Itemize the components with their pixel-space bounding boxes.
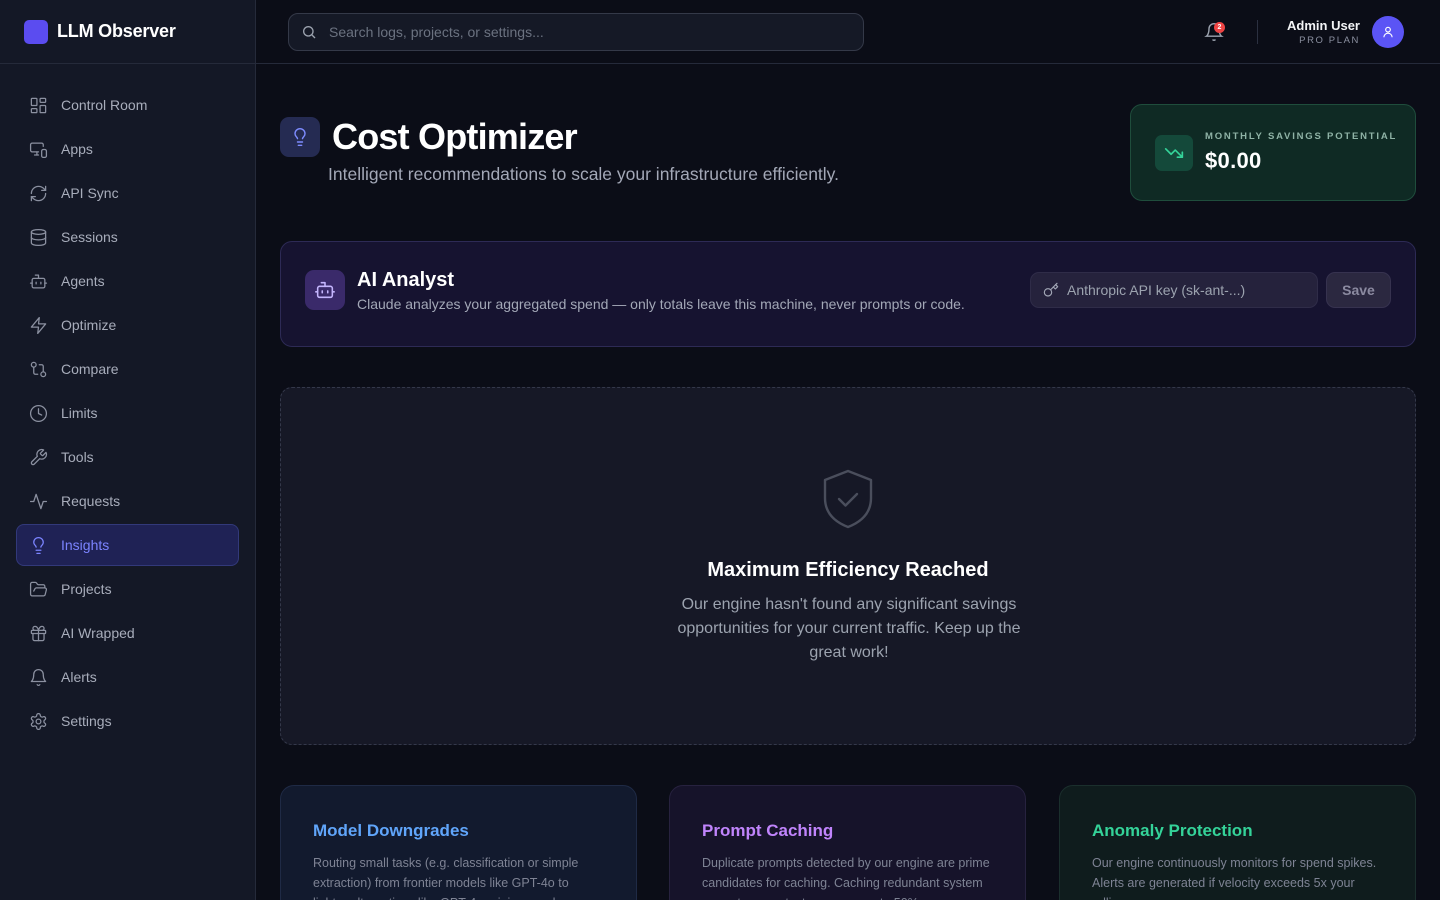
git-compare-icon	[30, 361, 47, 377]
search-input[interactable]	[329, 24, 829, 40]
sidebar-item-apps[interactable]: Apps	[16, 128, 239, 170]
empty-state-title: Maximum Efficiency Reached	[707, 559, 989, 581]
feature-title: Prompt Caching	[702, 821, 834, 840]
sidebar-item-control-room[interactable]: Control Room	[16, 84, 239, 126]
sidebar-item-optimize[interactable]: Optimize	[16, 304, 239, 346]
activity-icon	[29, 493, 48, 509]
user-plan: PRO PLAN	[1299, 35, 1360, 46]
feature-card-anomaly-protection: Anomaly Protection Our engine continuous…	[1059, 785, 1416, 900]
refresh-icon	[30, 185, 47, 201]
devices-icon	[29, 142, 48, 158]
main-content: Cost Optimizer Intelligent recommendatio…	[256, 64, 1440, 900]
wrench-icon	[30, 448, 48, 465]
sidebar-item-label: Apps	[61, 141, 93, 157]
sidebar-item-label: Compare	[61, 361, 119, 377]
avatar[interactable]	[1372, 16, 1404, 48]
sidebar-item-label: Limits	[61, 405, 98, 421]
save-button[interactable]: Save	[1326, 272, 1391, 308]
sidebar-item-label: Tools	[61, 449, 94, 465]
sidebar-nav: Control Room Apps API Sync Sessions Agen…	[0, 64, 255, 764]
sidebar-item-insights[interactable]: Insights	[16, 524, 239, 566]
sidebar-item-api-sync[interactable]: API Sync	[16, 172, 239, 214]
gift-icon	[30, 625, 47, 641]
lightbulb-icon	[33, 536, 44, 554]
search-bar[interactable]	[288, 13, 864, 51]
sidebar: LLM Observer Control Room Apps API Sync …	[0, 0, 256, 900]
sidebar-item-compare[interactable]: Compare	[16, 348, 239, 390]
feature-description: Routing small tasks (e.g. classification…	[313, 856, 579, 900]
bot-icon	[29, 274, 48, 288]
sidebar-item-label: Agents	[61, 273, 105, 289]
user-info: Admin User PRO PLAN	[1287, 18, 1360, 46]
savings-value: $0.00	[1205, 148, 1262, 173]
lightbulb-icon	[294, 128, 306, 147]
analyst-icon-box	[305, 270, 345, 310]
sidebar-item-label: Projects	[61, 581, 112, 597]
api-key-field[interactable]	[1030, 272, 1318, 308]
bot-icon	[315, 281, 335, 299]
sidebar-item-label: Requests	[61, 493, 121, 509]
topbar: 2 Admin User PRO PLAN	[256, 0, 1440, 64]
user-name: Admin User	[1287, 18, 1360, 33]
sidebar-item-label: AI Wrapped	[61, 625, 135, 641]
sidebar-item-agents[interactable]: Agents	[16, 260, 239, 302]
sidebar-item-label: Alerts	[61, 669, 97, 685]
grid-icon	[30, 97, 47, 113]
empty-state: Maximum Efficiency Reached Our engine ha…	[280, 387, 1416, 745]
folder-icon	[29, 581, 48, 596]
sidebar-item-projects[interactable]: Projects	[16, 568, 239, 610]
page-subtitle: Intelligent recommendations to scale you…	[328, 164, 839, 184]
search-icon	[303, 26, 316, 39]
feature-card-prompt-caching: Prompt Caching Duplicate prompts detecte…	[669, 785, 1026, 900]
feature-title: Anomaly Protection	[1092, 821, 1253, 840]
gear-icon	[30, 712, 47, 730]
savings-icon-box	[1155, 134, 1193, 171]
sidebar-item-label: API Sync	[61, 185, 119, 201]
sidebar-item-ai-wrapped[interactable]: AI Wrapped	[16, 612, 239, 654]
database-icon	[30, 228, 47, 246]
feature-title: Model Downgrades	[313, 821, 469, 840]
feature-description: Duplicate prompts detected by our engine…	[702, 856, 990, 900]
zap-icon	[30, 316, 47, 334]
brand-logo	[24, 19, 48, 44]
api-key-input[interactable]	[1067, 282, 1307, 298]
savings-card: MONTHLY SAVINGS POTENTIAL $0.00	[1130, 104, 1416, 201]
user-icon	[1383, 26, 1393, 38]
trending-down-icon	[1164, 147, 1184, 158]
notifications-button[interactable]: 2	[1204, 22, 1226, 44]
savings-label: MONTHLY SAVINGS POTENTIAL	[1205, 131, 1398, 142]
clock-icon	[29, 404, 48, 422]
feature-description: Our engine continuously monitors for spe…	[1092, 856, 1377, 900]
brand-name: LLM Observer	[57, 21, 176, 41]
bell-icon	[30, 668, 47, 686]
sidebar-item-limits[interactable]: Limits	[16, 392, 239, 434]
analyst-description: Claude analyzes your aggregated spend — …	[357, 296, 965, 312]
brand[interactable]: LLM Observer	[0, 0, 255, 64]
sidebar-item-label: Insights	[61, 537, 110, 553]
sidebar-item-label: Settings	[61, 713, 112, 729]
shield-check-icon	[821, 468, 875, 530]
sidebar-item-label: Sessions	[61, 229, 118, 245]
sidebar-item-sessions[interactable]: Sessions	[16, 216, 239, 258]
sidebar-item-alerts[interactable]: Alerts	[16, 656, 239, 698]
key-icon	[1043, 282, 1059, 297]
empty-state-description: Our engine hasn't found any significant …	[677, 596, 1021, 661]
ai-analyst-panel: AI Analyst Claude analyzes your aggregat…	[280, 241, 1416, 347]
sidebar-item-label: Optimize	[61, 317, 117, 333]
user-menu[interactable]: Admin User PRO PLAN	[1287, 16, 1404, 48]
feature-card-model-downgrades: Model Downgrades Routing small tasks (e.…	[280, 785, 637, 900]
page-title: Cost Optimizer	[332, 116, 578, 157]
divider	[1257, 20, 1258, 44]
page-icon	[280, 117, 320, 157]
sidebar-item-settings[interactable]: Settings	[16, 700, 239, 742]
sidebar-item-requests[interactable]: Requests	[16, 480, 239, 522]
sidebar-item-tools[interactable]: Tools	[16, 436, 239, 478]
analyst-title: AI Analyst	[357, 269, 455, 291]
savings-text: MONTHLY SAVINGS POTENTIAL $0.00	[1205, 131, 1397, 174]
sidebar-item-label: Control Room	[61, 97, 148, 113]
notification-badge: 2	[1214, 22, 1225, 33]
